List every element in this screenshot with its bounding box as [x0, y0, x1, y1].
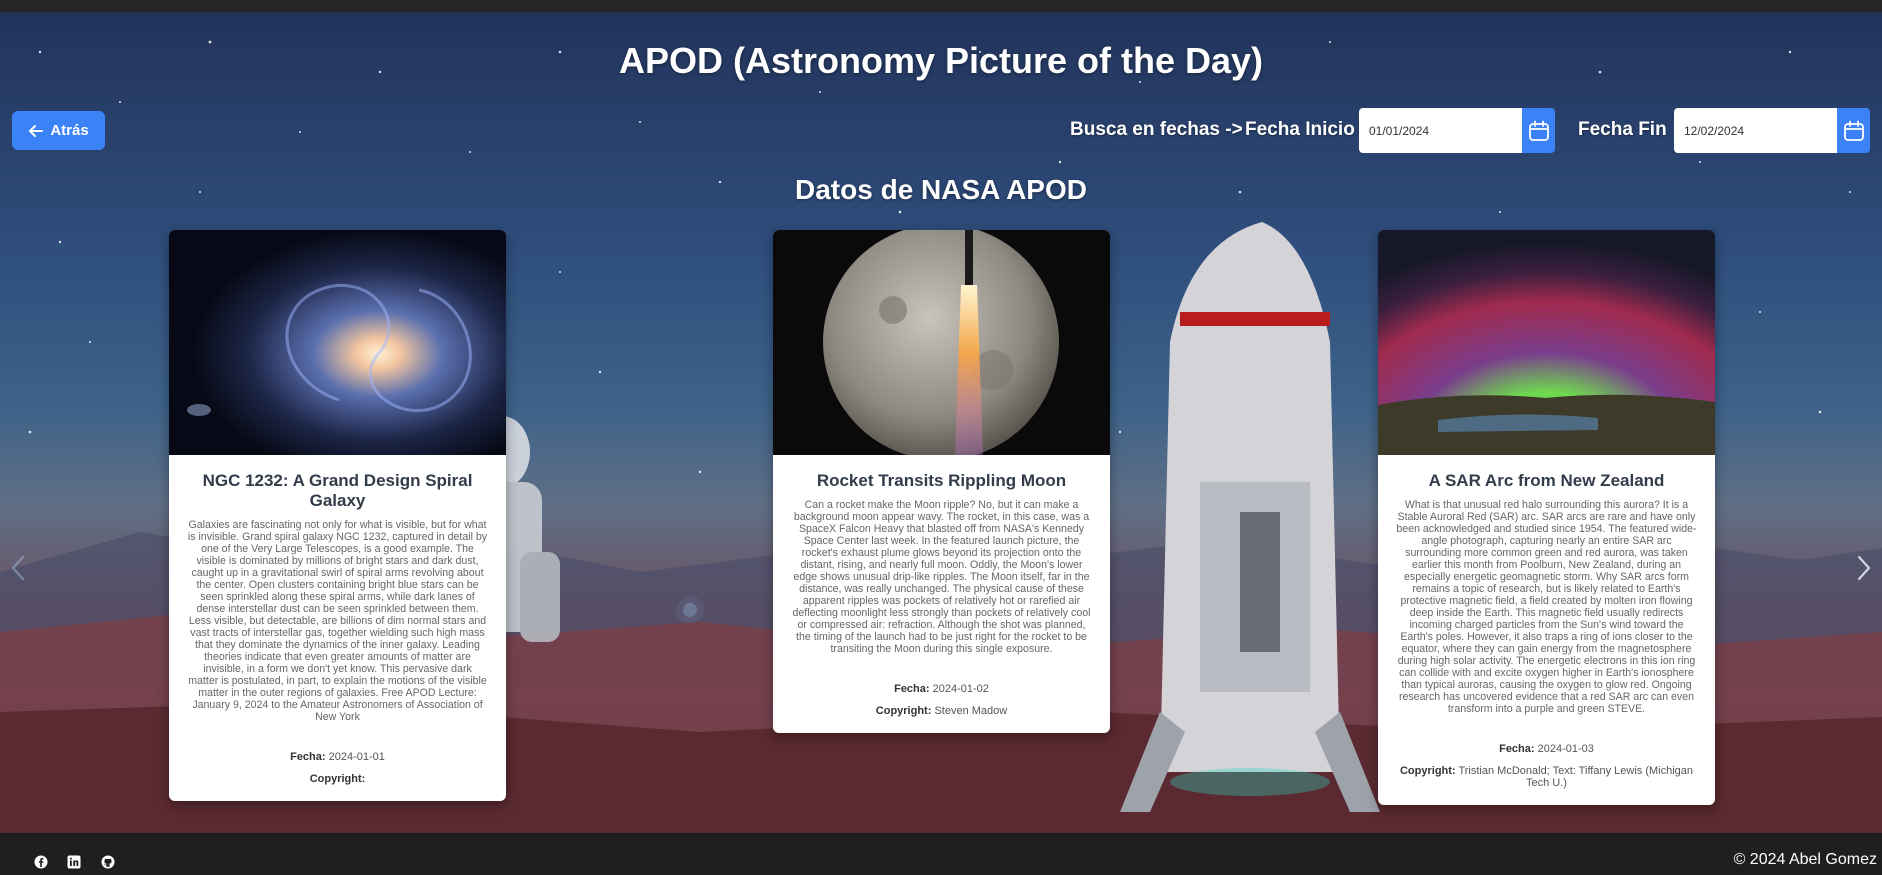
rocket-moon-image [773, 230, 1110, 455]
card-copyright-value: Tristian McDonald; Text: Tiffany Lewis (… [1458, 765, 1694, 789]
end-date-calendar-button[interactable] [1837, 108, 1870, 153]
end-date-picker [1674, 108, 1870, 153]
card-copyright-label: Copyright: [1399, 765, 1456, 777]
card-date-label: Fecha: [894, 683, 930, 695]
end-date-label: Fecha Fin [1578, 119, 1667, 140]
footer [0, 833, 1882, 875]
apod-card: A SAR Arc from New Zealand What is that … [1378, 230, 1715, 805]
start-date-input[interactable] [1359, 108, 1522, 153]
card-title: A SAR Arc from New Zealand [1428, 471, 1665, 490]
top-bar [0, 0, 1882, 12]
start-date-picker [1359, 108, 1555, 153]
start-date-label: Fecha Inicio [1245, 119, 1355, 140]
card-date: Fecha: 2024-01-03 [1396, 743, 1697, 755]
card-date: Fecha: 2024-01-02 [791, 683, 1092, 695]
apod-card: NGC 1232: A Grand Design Spiral Galaxy G… [169, 230, 506, 801]
page-title: APOD (Astronomy Picture of the Day) [618, 40, 1264, 81]
card-copyright: Copyright: Tristian McDonald; Text: Tiff… [1396, 765, 1697, 789]
github-icon [101, 855, 115, 869]
card-title: NGC 1232: A Grand Design Spiral Galaxy [202, 471, 473, 510]
facebook-icon [34, 855, 48, 869]
end-date-input[interactable] [1674, 108, 1837, 153]
card-copyright-label: Copyright: [875, 705, 932, 717]
card-copyright: Copyright: [187, 773, 488, 785]
facebook-link[interactable] [34, 855, 48, 869]
card-date-value: 2024-01-02 [932, 683, 989, 695]
section-title: Datos de NASA APOD [795, 174, 1087, 205]
card-date-label: Fecha: [290, 751, 326, 763]
back-button[interactable]: Atrás [12, 111, 105, 150]
card-description: Galaxies are fascinating not only for wh… [187, 519, 488, 723]
apod-card: Rocket Transits Rippling Moon Can a rock… [773, 230, 1110, 733]
card-copyright-label: Copyright: [309, 773, 366, 785]
back-button-label: Atrás [50, 122, 89, 139]
spiral-galaxy-image [169, 230, 506, 455]
card-copyright: Copyright: Steven Madow [791, 705, 1092, 717]
arrow-left-icon [29, 124, 44, 137]
card-description: What is that unusual red halo surroundin… [1396, 499, 1697, 715]
linkedin-link[interactable] [67, 855, 81, 869]
footer-copyright: © 2024 Abel Gomez [1733, 851, 1877, 868]
card-description: Can a rocket make the Moon ripple? No, b… [792, 499, 1091, 655]
card-date-value: 2024-01-03 [1537, 743, 1594, 755]
linkedin-icon [67, 855, 81, 869]
github-link[interactable] [101, 855, 115, 869]
chevron-right-icon [1857, 555, 1871, 581]
calendar-icon [1528, 120, 1549, 141]
card-date-value: 2024-01-01 [328, 751, 385, 763]
card-date: Fecha: 2024-01-01 [187, 751, 488, 763]
calendar-icon [1843, 120, 1864, 141]
aurora-image [1378, 230, 1715, 455]
card-copyright-value: Steven Madow [934, 705, 1008, 717]
chevron-left-icon [11, 555, 25, 581]
card-title: Rocket Transits Rippling Moon [816, 471, 1067, 490]
carousel-prev-button[interactable] [6, 552, 30, 584]
search-prefix-label: Busca en fechas -> [1070, 119, 1243, 140]
start-date-calendar-button[interactable] [1522, 108, 1555, 153]
carousel-next-button[interactable] [1852, 552, 1876, 584]
card-date-label: Fecha: [1499, 743, 1535, 755]
